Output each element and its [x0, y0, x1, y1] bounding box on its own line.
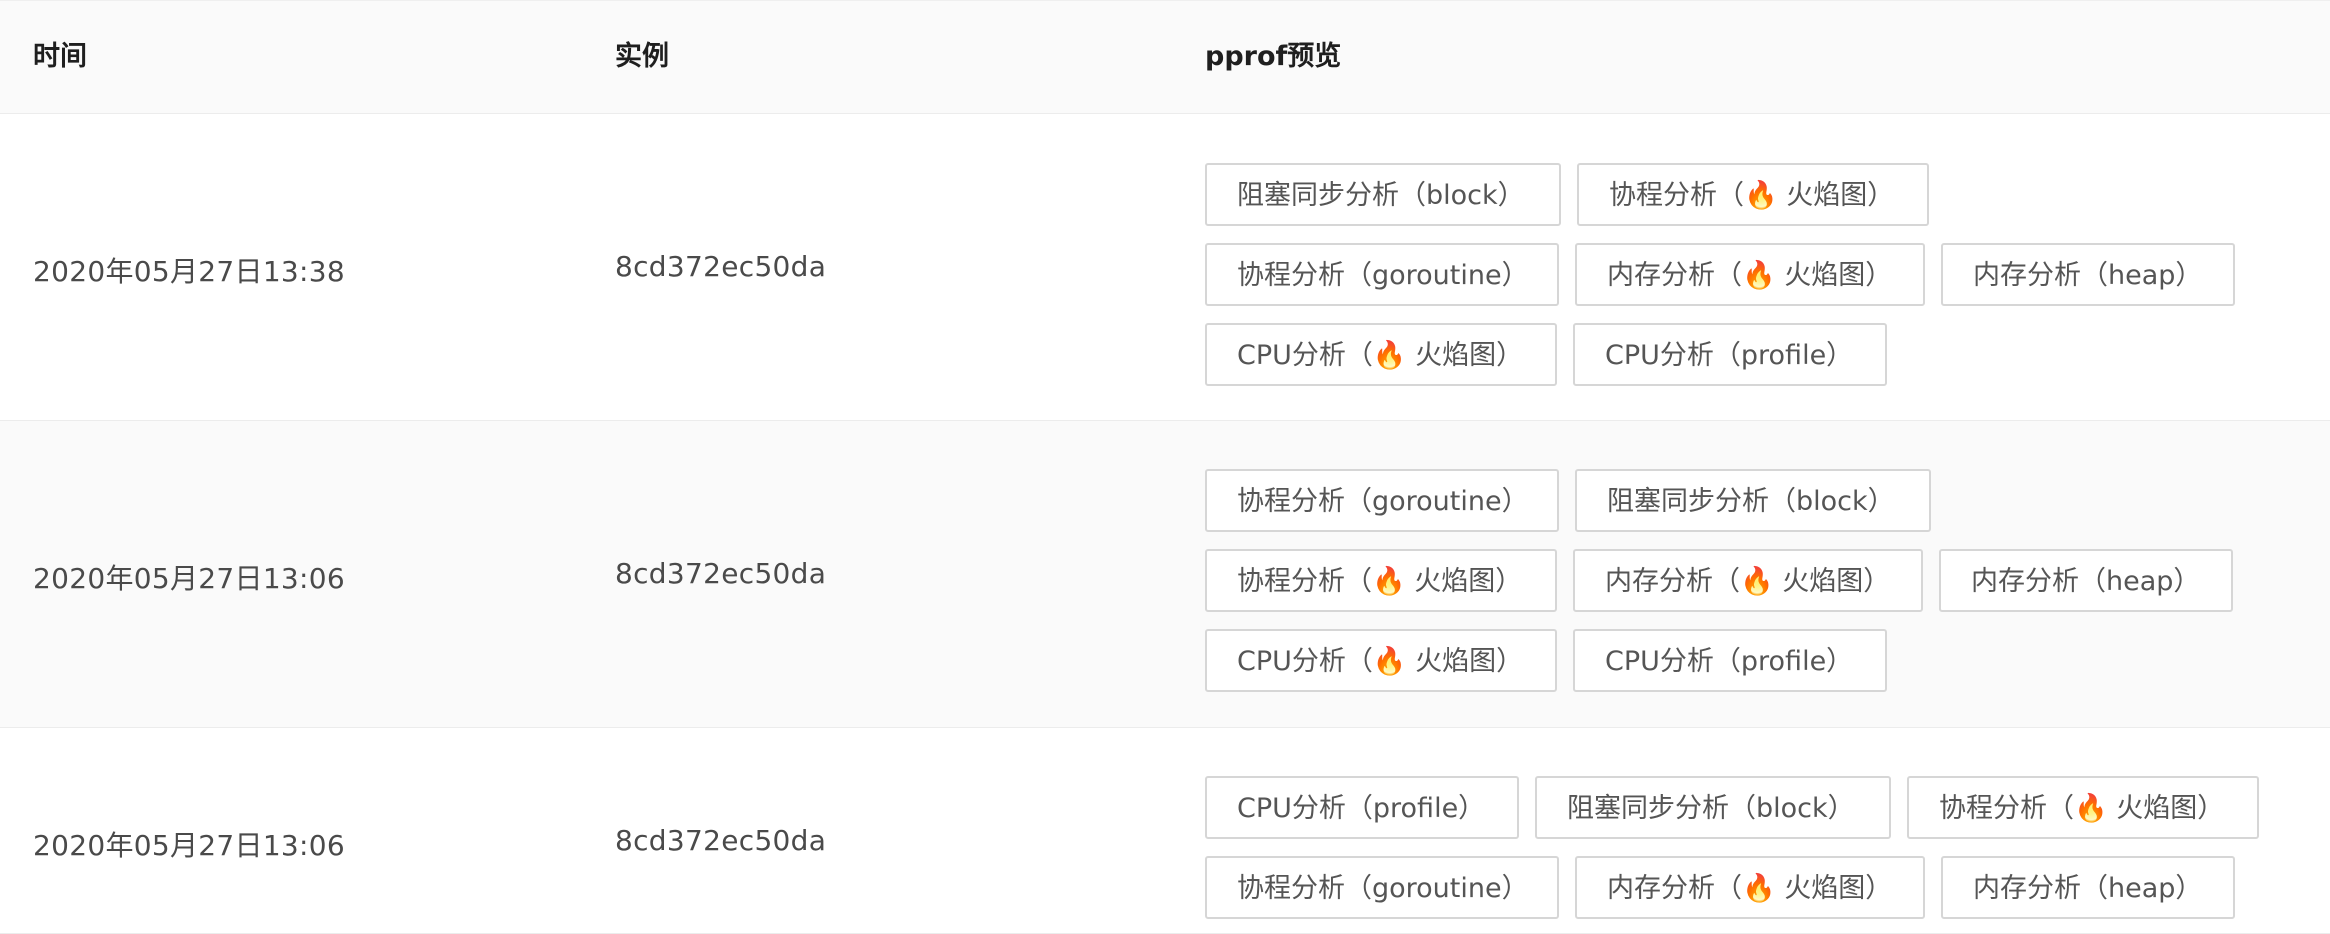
row-time: 2020年05月27日13:38: [33, 255, 346, 288]
table-row: 2020年05月27日13:06 8cd372ec50da 协程分析（gorou…: [0, 421, 2330, 728]
row-time: 2020年05月27日13:06: [33, 562, 346, 595]
cpu-flame-button[interactable]: CPU分析（🔥 火焰图）: [1205, 323, 1557, 386]
row-instance: 8cd372ec50da: [615, 250, 827, 283]
block-analysis-button[interactable]: 阻塞同步分析（block）: [1205, 163, 1561, 226]
heap-flame-button[interactable]: 内存分析（🔥 火焰图）: [1575, 856, 1925, 919]
heap-analysis-button[interactable]: 内存分析（heap）: [1941, 856, 2235, 919]
heap-analysis-button[interactable]: 内存分析（heap）: [1939, 549, 2233, 612]
row-time: 2020年05月27日13:06: [33, 829, 346, 862]
goroutine-flame-button[interactable]: 协程分析（🔥 火焰图）: [1907, 776, 2259, 839]
heap-analysis-button[interactable]: 内存分析（heap）: [1941, 243, 2235, 306]
column-header-time[interactable]: 时间: [33, 1, 87, 113]
cpu-profile-button[interactable]: CPU分析（profile）: [1573, 323, 1887, 386]
goroutine-flame-button[interactable]: 协程分析（🔥 火焰图）: [1577, 163, 1929, 226]
table-row: 2020年05月27日13:38 8cd372ec50da 阻塞同步分析（blo…: [0, 114, 2330, 421]
row-instance: 8cd372ec50da: [615, 824, 827, 857]
heap-flame-button[interactable]: 内存分析（🔥 火焰图）: [1575, 243, 1925, 306]
table-header: 时间 实例 pprof预览: [0, 1, 2330, 114]
cpu-profile-button[interactable]: CPU分析（profile）: [1573, 629, 1887, 692]
pprof-button-group: 阻塞同步分析（block） 协程分析（🔥 火焰图） 协程分析（goroutine…: [1205, 163, 2285, 386]
goroutine-analysis-button[interactable]: 协程分析（goroutine）: [1205, 856, 1559, 919]
row-instance: 8cd372ec50da: [615, 557, 827, 590]
column-header-pprof: pprof预览: [1205, 41, 1342, 72]
block-analysis-button[interactable]: 阻塞同步分析（block）: [1575, 469, 1931, 532]
pprof-button-group: CPU分析（profile） 阻塞同步分析（block） 协程分析（🔥 火焰图）…: [1205, 776, 2285, 919]
pprof-button-group: 协程分析（goroutine） 阻塞同步分析（block） 协程分析（🔥 火焰图…: [1205, 469, 2285, 692]
table-row: 2020年05月27日13:06 8cd372ec50da CPU分析（prof…: [0, 728, 2330, 934]
goroutine-analysis-button[interactable]: 协程分析（goroutine）: [1205, 469, 1559, 532]
column-header-instance[interactable]: 实例: [615, 1, 669, 113]
goroutine-flame-button[interactable]: 协程分析（🔥 火焰图）: [1205, 549, 1557, 612]
heap-flame-button[interactable]: 内存分析（🔥 火焰图）: [1573, 549, 1923, 612]
cpu-profile-button[interactable]: CPU分析（profile）: [1205, 776, 1519, 839]
block-analysis-button[interactable]: 阻塞同步分析（block）: [1535, 776, 1891, 839]
cpu-flame-button[interactable]: CPU分析（🔥 火焰图）: [1205, 629, 1557, 692]
pprof-table: 时间 实例 pprof预览 2020年05月27日13:38 8cd372ec5…: [0, 0, 2330, 934]
goroutine-analysis-button[interactable]: 协程分析（goroutine）: [1205, 243, 1559, 306]
